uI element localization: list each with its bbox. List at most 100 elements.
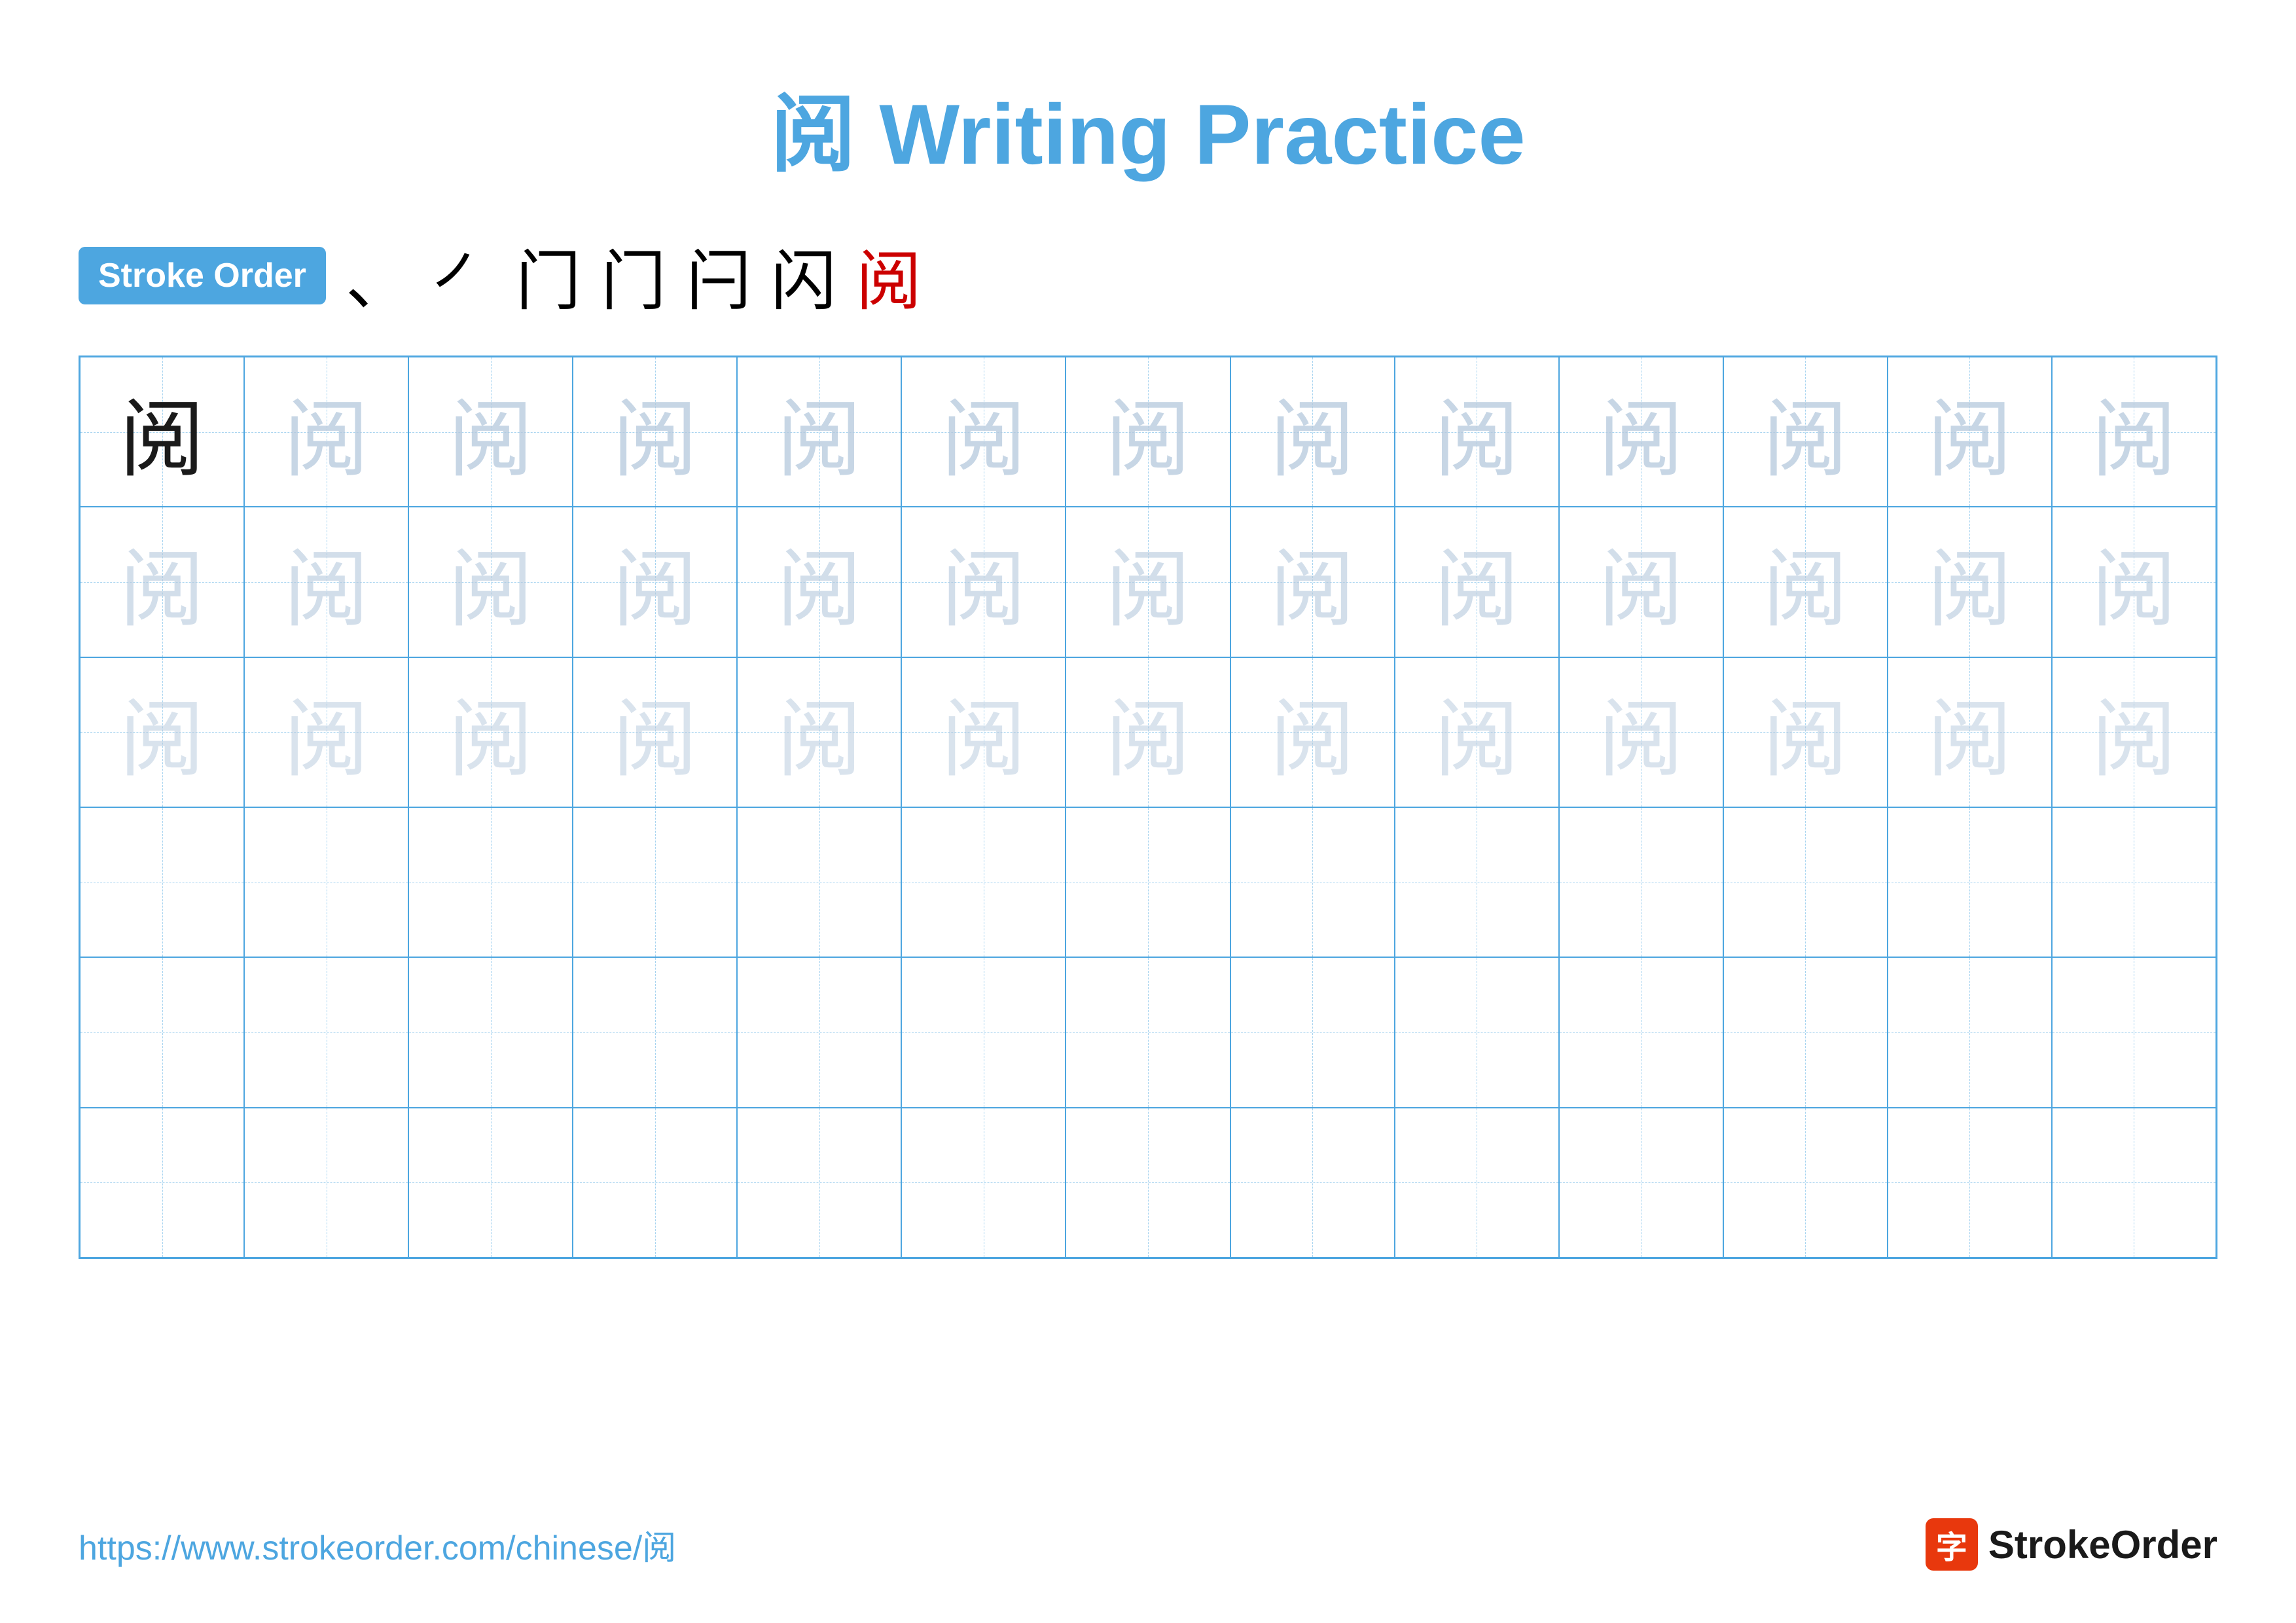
- grid-cell[interactable]: 阅: [1888, 657, 2052, 807]
- grid-cell[interactable]: [1888, 807, 2052, 957]
- practice-char: 阅: [120, 371, 205, 494]
- practice-char: 阅: [1434, 670, 1519, 793]
- grid-cell[interactable]: 阅: [1230, 357, 1395, 507]
- grid-cell[interactable]: 阅: [1723, 657, 1888, 807]
- grid-cell[interactable]: [1230, 807, 1395, 957]
- grid-cell[interactable]: [1723, 1108, 1888, 1258]
- grid-cell[interactable]: [244, 1108, 408, 1258]
- grid-cell[interactable]: 阅: [1230, 657, 1395, 807]
- grid-cell[interactable]: 阅: [1395, 657, 1559, 807]
- grid-cell[interactable]: 阅: [1395, 507, 1559, 657]
- practice-grid: 阅阅阅阅阅阅阅阅阅阅阅阅阅阅阅阅阅阅阅阅阅阅阅阅阅阅阅阅阅阅阅阅阅阅阅阅阅阅阅: [79, 356, 2217, 1259]
- grid-cell[interactable]: 阅: [1559, 507, 1723, 657]
- practice-char: 阅: [613, 371, 698, 494]
- grid-cell[interactable]: [1723, 957, 1888, 1107]
- grid-cell[interactable]: [1230, 1108, 1395, 1258]
- grid-cell[interactable]: 阅: [244, 657, 408, 807]
- grid-cell[interactable]: [244, 957, 408, 1107]
- practice-char: 阅: [1270, 670, 1355, 793]
- grid-cell[interactable]: 阅: [1723, 507, 1888, 657]
- practice-char: 阅: [1927, 670, 2012, 793]
- grid-cell[interactable]: [408, 957, 573, 1107]
- grid-cell[interactable]: 阅: [1066, 657, 1230, 807]
- grid-cell[interactable]: 阅: [2052, 357, 2216, 507]
- grid-cell[interactable]: 阅: [901, 657, 1066, 807]
- grid-cell[interactable]: 阅: [573, 657, 737, 807]
- grid-cell[interactable]: [244, 807, 408, 957]
- grid-cell[interactable]: [408, 1108, 573, 1258]
- grid-cell[interactable]: 阅: [2052, 657, 2216, 807]
- grid-cell[interactable]: 阅: [408, 657, 573, 807]
- grid-cell[interactable]: 阅: [1066, 507, 1230, 657]
- grid-cell[interactable]: [80, 1108, 244, 1258]
- grid-cell[interactable]: [737, 957, 901, 1107]
- grid-cell[interactable]: [1559, 1108, 1723, 1258]
- stroke-5: 闩: [686, 228, 751, 323]
- grid-cell[interactable]: [2052, 1108, 2216, 1258]
- practice-char: 阅: [1434, 371, 1519, 494]
- grid-cell[interactable]: [737, 1108, 901, 1258]
- grid-cell[interactable]: [1559, 807, 1723, 957]
- grid-cell[interactable]: 阅: [1230, 507, 1395, 657]
- grid-cell[interactable]: [1559, 957, 1723, 1107]
- grid-cell[interactable]: [1066, 807, 1230, 957]
- grid-cell[interactable]: 阅: [1559, 357, 1723, 507]
- practice-char: 阅: [1598, 371, 1683, 494]
- practice-char: 阅: [777, 371, 862, 494]
- grid-cell[interactable]: 阅: [901, 507, 1066, 657]
- grid-cell[interactable]: [1230, 957, 1395, 1107]
- grid-cell[interactable]: [1888, 957, 2052, 1107]
- footer-logo: 字 StrokeOrder: [1926, 1518, 2217, 1571]
- grid-cell[interactable]: [1066, 1108, 1230, 1258]
- grid-cell[interactable]: 阅: [573, 507, 737, 657]
- grid-cell[interactable]: [2052, 807, 2216, 957]
- grid-cell[interactable]: 阅: [80, 657, 244, 807]
- grid-cell[interactable]: 阅: [408, 357, 573, 507]
- practice-char: 阅: [1598, 520, 1683, 644]
- grid-cell[interactable]: 阅: [1559, 657, 1723, 807]
- grid-cell[interactable]: [1723, 807, 1888, 957]
- grid-cell[interactable]: [1395, 957, 1559, 1107]
- grid-cell[interactable]: 阅: [1888, 507, 2052, 657]
- practice-char: 阅: [1270, 371, 1355, 494]
- practice-char: 阅: [2091, 670, 2176, 793]
- grid-cell[interactable]: [901, 807, 1066, 957]
- grid-cell[interactable]: [901, 1108, 1066, 1258]
- grid-cell[interactable]: 阅: [2052, 507, 2216, 657]
- grid-cell[interactable]: 阅: [80, 507, 244, 657]
- practice-char: 阅: [777, 670, 862, 793]
- grid-cell[interactable]: [80, 807, 244, 957]
- grid-cell[interactable]: [737, 807, 901, 957]
- practice-char: 阅: [1598, 670, 1683, 793]
- grid-cell[interactable]: 阅: [408, 507, 573, 657]
- grid-cell[interactable]: 阅: [901, 357, 1066, 507]
- grid-cell[interactable]: 阅: [573, 357, 737, 507]
- grid-cell[interactable]: [1395, 1108, 1559, 1258]
- grid-cell[interactable]: 阅: [737, 357, 901, 507]
- stroke-3: 门: [516, 228, 581, 323]
- grid-cell[interactable]: 阅: [1723, 357, 1888, 507]
- grid-cell[interactable]: [901, 957, 1066, 1107]
- grid-cell[interactable]: [1888, 1108, 2052, 1258]
- logo-icon: 字: [1926, 1518, 1978, 1571]
- grid-cell[interactable]: 阅: [737, 657, 901, 807]
- page: 阅 Writing Practice Stroke Order 、 ㇒ 门 门 …: [0, 0, 2296, 1623]
- grid-cell[interactable]: [573, 1108, 737, 1258]
- grid-cell[interactable]: 阅: [1395, 357, 1559, 507]
- grid-cell[interactable]: [408, 807, 573, 957]
- grid-cell[interactable]: [1395, 807, 1559, 957]
- practice-char: 阅: [1927, 371, 2012, 494]
- page-title: 阅 Writing Practice: [79, 65, 2217, 189]
- stroke-order-badge: Stroke Order: [79, 247, 326, 304]
- grid-cell[interactable]: [573, 957, 737, 1107]
- grid-cell[interactable]: 阅: [1066, 357, 1230, 507]
- grid-cell[interactable]: 阅: [244, 507, 408, 657]
- grid-cell[interactable]: 阅: [244, 357, 408, 507]
- grid-cell[interactable]: [1066, 957, 1230, 1107]
- grid-cell[interactable]: [573, 807, 737, 957]
- grid-cell[interactable]: 阅: [1888, 357, 2052, 507]
- grid-cell[interactable]: [2052, 957, 2216, 1107]
- grid-cell[interactable]: 阅: [737, 507, 901, 657]
- grid-cell[interactable]: 阅: [80, 357, 244, 507]
- grid-cell[interactable]: [80, 957, 244, 1107]
